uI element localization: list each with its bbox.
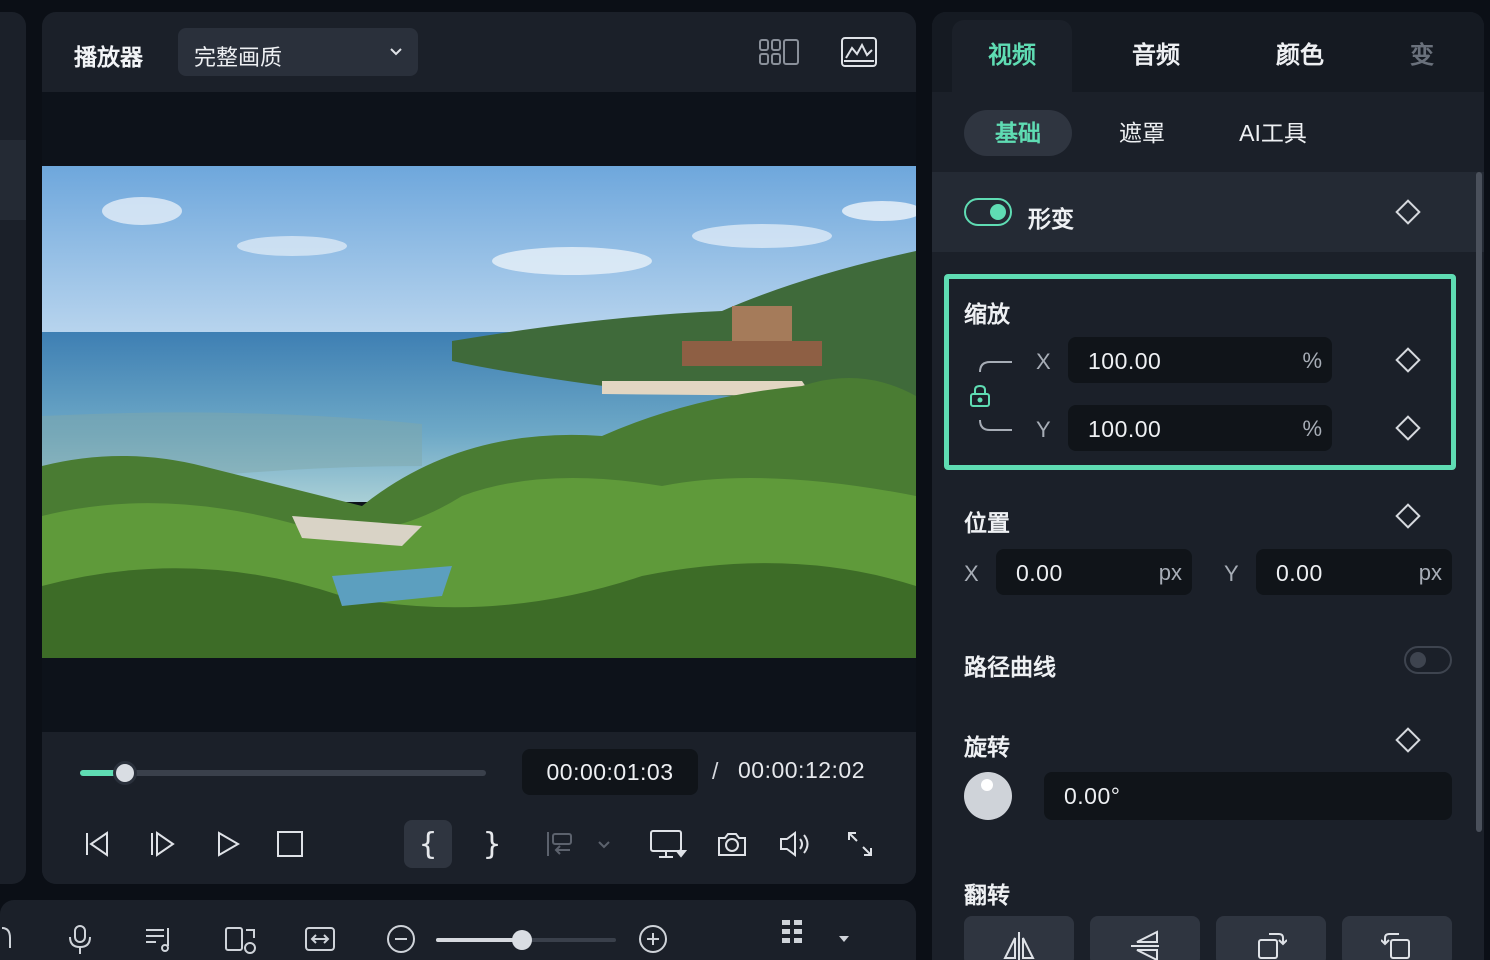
scale-y-value: 100.00 (1088, 416, 1162, 442)
time-separator: / (712, 758, 719, 784)
flip-vertical-icon (1131, 930, 1159, 960)
video-preview[interactable] (42, 166, 916, 658)
zoom-slider-fill (436, 938, 522, 942)
insert-clip-icon[interactable] (536, 820, 584, 868)
rotate-field[interactable]: 0.00° (1044, 772, 1452, 820)
path-curve-label: 路径曲线 (964, 654, 1056, 680)
scale-y-field[interactable]: 100.00 % (1068, 405, 1332, 451)
scale-x-axis-label: X (1036, 349, 1051, 374)
inspector-tabs: 视频 音频 颜色 变 (932, 12, 1484, 92)
player-title: 播放器 (74, 44, 143, 70)
rotate-value: 0.00° (1064, 783, 1121, 809)
layout-grid-icon[interactable] (780, 918, 812, 946)
tab-color[interactable]: 颜色 (1240, 20, 1360, 92)
play-icon[interactable] (204, 820, 252, 868)
quality-value: 完整画质 (194, 45, 283, 70)
inspector-scrollbar[interactable] (1476, 172, 1482, 832)
position-y-axis-label: Y (1224, 561, 1239, 586)
position-x-value: 0.00 (1016, 560, 1063, 586)
chevron-down-icon (388, 44, 404, 60)
scale-x-field[interactable]: 100.00 % (1068, 337, 1332, 383)
scale-y-axis-label: Y (1036, 417, 1051, 442)
keyframe-diamond-icon[interactable] (1395, 199, 1421, 225)
subtab-basic[interactable]: 基础 (964, 110, 1072, 156)
flip-horizontal-icon (1003, 932, 1035, 960)
playback-controls: 00:00:01:03 / 00:00:12:02 { } (42, 732, 916, 884)
snapshot-camera-icon[interactable] (708, 820, 756, 868)
beach-landscape-image (42, 166, 916, 658)
position-y-value: 0.00 (1276, 560, 1323, 586)
position-x-unit: px (1158, 560, 1182, 585)
position-y-unit: px (1418, 560, 1442, 585)
scale-x-value: 100.00 (1088, 348, 1162, 374)
inspector-panel: 视频 音频 颜色 变 基础 遮罩 AI工具 形变 缩放 X 100.00 % Y… (932, 12, 1484, 960)
path-curve-toggle[interactable] (1404, 646, 1452, 674)
total-time: 00:00:12:02 (738, 757, 866, 783)
lock-icon[interactable] (969, 384, 991, 408)
subtab-ai-tools[interactable]: AI工具 (1228, 110, 1318, 156)
position-x-axis-label: X (964, 561, 979, 586)
rotate-counterclockwise-button[interactable] (1342, 916, 1452, 960)
player-panel: 播放器 完整画质 00:00:01:03 / 00:00:12:02 {} (42, 12, 916, 884)
quality-dropdown[interactable]: 完整画质 (178, 28, 418, 76)
position-keyframe-icon[interactable] (1395, 503, 1421, 529)
fit-timeline-icon[interactable] (304, 924, 336, 954)
progress-thumb[interactable] (113, 761, 137, 785)
replace-clip-icon[interactable] (224, 924, 258, 954)
mark-out-button[interactable]: } (468, 820, 516, 868)
scale-label: 缩放 (964, 301, 1010, 327)
rotate-label: 旋转 (964, 734, 1010, 760)
tab-speed-partial[interactable]: 变 (1384, 20, 1444, 92)
rotate-dial[interactable] (964, 772, 1012, 820)
zoom-in-icon[interactable] (638, 924, 668, 954)
position-label: 位置 (964, 510, 1010, 536)
flip-vertical-button[interactable] (1090, 916, 1200, 960)
stop-icon[interactable] (266, 820, 314, 868)
layout-dropdown-icon[interactable] (838, 934, 850, 944)
display-output-icon[interactable] (644, 820, 692, 868)
transform-section-header: 形变 (932, 172, 1484, 252)
rotate-clockwise-icon (1258, 933, 1287, 959)
flip-horizontal-button[interactable] (964, 916, 1074, 960)
scale-y-unit: % (1302, 416, 1322, 441)
prev-frame-icon[interactable] (74, 820, 122, 868)
zoom-out-icon[interactable] (386, 924, 416, 954)
insert-dropdown-icon[interactable] (584, 820, 624, 868)
tab-video[interactable]: 视频 (952, 20, 1072, 92)
rotate-keyframe-icon[interactable] (1395, 727, 1421, 753)
left-panel-edge (0, 12, 26, 884)
player-header: 播放器 完整画质 (42, 12, 916, 92)
transform-label: 形变 (1028, 206, 1074, 232)
next-frame-icon[interactable] (138, 820, 186, 868)
position-x-field[interactable]: 0.00 px (996, 549, 1192, 595)
subtab-mask[interactable]: 遮罩 (1102, 110, 1182, 156)
toolbar-edge-icon (0, 924, 12, 948)
music-list-icon[interactable] (144, 924, 174, 954)
rotate-clockwise-button[interactable] (1216, 916, 1326, 960)
progress-track[interactable] (80, 770, 486, 776)
flip-label: 翻转 (964, 882, 1010, 908)
zoom-slider-thumb[interactable] (512, 930, 532, 950)
current-time: 00:00:01:03 (522, 749, 698, 795)
scale-x-unit: % (1302, 348, 1322, 373)
waveform-scope-icon[interactable] (840, 36, 878, 68)
mark-in-button[interactable]: { (404, 820, 452, 868)
timeline-toolbar (0, 900, 916, 960)
transform-toggle[interactable] (964, 198, 1012, 226)
mark-in-label: { (418, 826, 438, 862)
microphone-icon[interactable] (66, 924, 94, 954)
tab-audio[interactable]: 音频 (1096, 20, 1216, 92)
grid-view-icon[interactable] (758, 38, 800, 66)
volume-icon[interactable] (772, 820, 820, 868)
rotate-counterclockwise-icon (1381, 933, 1410, 959)
fullscreen-icon[interactable] (836, 820, 884, 868)
position-y-field[interactable]: 0.00 px (1256, 549, 1452, 595)
preview-stage (42, 92, 916, 732)
mark-out-label: } (482, 826, 502, 862)
